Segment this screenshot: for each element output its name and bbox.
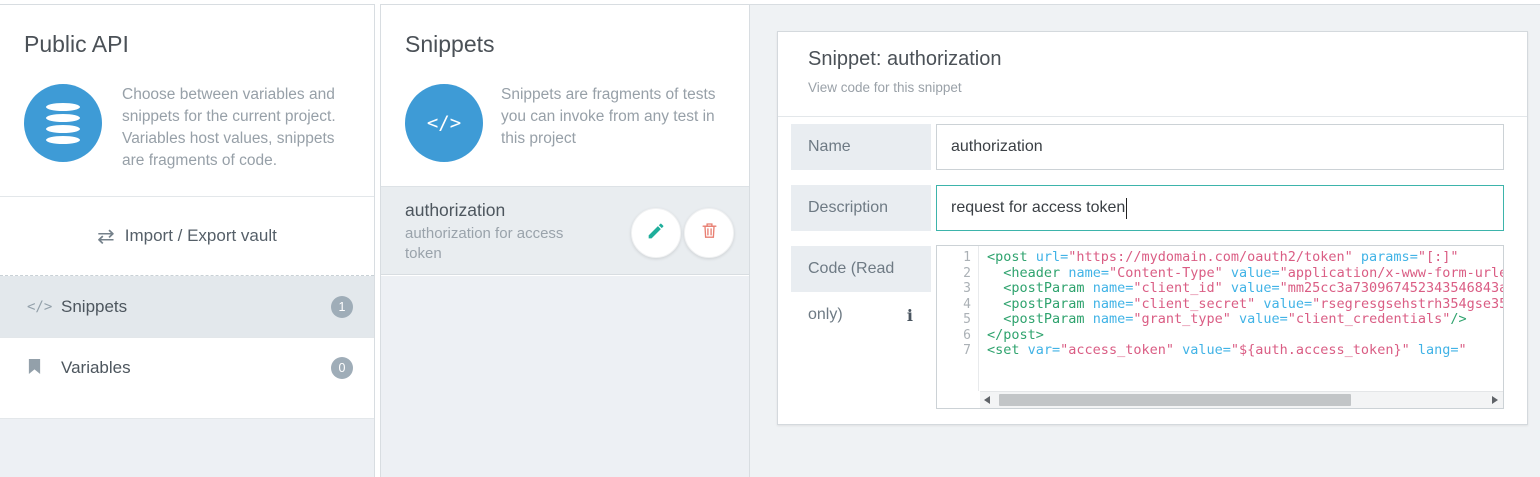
panel-description: Snippets are fragments of tests you can … (501, 84, 725, 162)
import-export-vault-button[interactable]: ⇄ Import / Export vault (0, 197, 374, 275)
trash-icon (700, 221, 719, 245)
line-numbers: 1234567 (937, 246, 979, 391)
detail-subtitle: View code for this snippet (808, 80, 1527, 95)
name-value: authorization (951, 138, 1043, 156)
horizontal-scrollbar[interactable] (980, 391, 1503, 408)
sidebar-item-label: Variables (61, 358, 331, 378)
name-input[interactable]: authorization (936, 124, 1504, 170)
snippet-item-subtitle: authorization for access token (405, 224, 590, 264)
code-content: <post url="https://mydomain.com/oauth2/t… (980, 246, 1503, 359)
swap-arrows-icon: ⇄ (97, 224, 115, 249)
panel-empty-area (0, 418, 374, 477)
scroll-left-arrow[interactable] (980, 392, 997, 408)
variables-count-badge: 0 (331, 357, 353, 379)
code-label-cell: Code (Read only) i (791, 246, 931, 376)
detail-region: Snippet: authorization View code for thi… (750, 4, 1540, 477)
database-icon (24, 84, 102, 162)
code-icon: </> (27, 299, 57, 315)
name-label: Name (791, 124, 931, 170)
bookmark-icon (27, 358, 57, 379)
snippet-detail-card: Snippet: authorization View code for thi… (777, 31, 1528, 425)
description-input[interactable]: request for access token (936, 185, 1504, 231)
vault-page: Public API Choose between variables and … (0, 0, 1540, 477)
edit-snippet-button[interactable] (631, 208, 681, 258)
snippets-panel-title: Snippets (405, 31, 725, 58)
scroll-right-arrow[interactable] (1485, 392, 1502, 408)
public-api-panel: Public API Choose between variables and … (0, 4, 375, 477)
code-editor[interactable]: 1234567 <post url="https://mydomain.com/… (936, 245, 1504, 409)
list-empty-area (381, 276, 749, 477)
import-export-label: Import / Export vault (125, 226, 277, 246)
pencil-icon (646, 221, 666, 246)
description-label: Description (791, 185, 931, 231)
description-value: request for access token (951, 199, 1125, 217)
sidebar-item-label: Snippets (61, 297, 331, 317)
snippets-panel: Snippets </> Snippets are fragments of t… (380, 4, 750, 477)
delete-snippet-button[interactable] (684, 208, 734, 258)
text-cursor (1126, 198, 1127, 219)
snippets-count-badge: 1 (331, 296, 353, 318)
snippet-list-item[interactable]: authorization authorization for access t… (381, 186, 749, 275)
page-title: Public API (24, 31, 350, 58)
detail-title: Snippet: authorization (808, 48, 1527, 71)
sidebar-item-variables[interactable]: Variables 0 (0, 337, 374, 398)
code-label: Code (Read only) (791, 246, 911, 338)
info-icon[interactable]: i (907, 306, 913, 325)
scrollbar-thumb[interactable] (999, 394, 1351, 406)
panel-description: Choose between variables and snippets fo… (122, 84, 350, 172)
sidebar-item-snippets[interactable]: </> Snippets 1 (0, 276, 374, 337)
code-viewport[interactable]: <post url="https://mydomain.com/oauth2/t… (980, 246, 1503, 391)
card-header: Snippet: authorization View code for thi… (778, 32, 1527, 117)
code-snippet-icon: </> (405, 84, 483, 162)
